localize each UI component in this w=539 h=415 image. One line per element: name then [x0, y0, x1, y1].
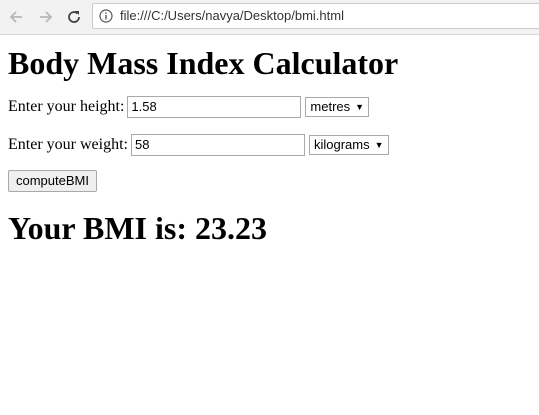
weight-unit-select[interactable]: kilograms ▼	[308, 135, 389, 155]
height-row: Enter your height: 1.58 metres ▼	[8, 96, 533, 118]
reload-icon	[68, 11, 80, 23]
forward-button[interactable]	[34, 5, 58, 29]
compute-bmi-button[interactable]: computeBMI	[8, 170, 97, 192]
bmi-result: Your BMI is: 23.23	[8, 210, 267, 246]
browser-toolbar: file:///C:/Users/navya/Desktop/bmi.html	[0, 0, 539, 35]
weight-row: Enter your weight: 58 kilograms ▼	[8, 134, 533, 156]
weight-label: Enter your weight:	[8, 136, 128, 153]
height-unit-select[interactable]: metres ▼	[305, 97, 370, 117]
page-content: Body Mass Index Calculator Enter your he…	[8, 35, 533, 247]
height-input[interactable]: 1.58	[127, 96, 302, 118]
back-arrow-icon	[9, 11, 22, 23]
dropdown-arrow-icon: ▼	[374, 140, 384, 150]
weight-input[interactable]: 58	[130, 134, 305, 156]
reload-button[interactable]	[62, 5, 86, 29]
back-button[interactable]	[4, 5, 28, 29]
weight-unit-value: kilograms	[313, 137, 370, 152]
url-text: file:///C:/Users/navya/Desktop/bmi.html	[120, 8, 344, 23]
info-icon	[99, 9, 113, 23]
dropdown-arrow-icon: ▼	[355, 102, 365, 112]
address-bar[interactable]: file:///C:/Users/navya/Desktop/bmi.html	[92, 3, 539, 29]
height-unit-value: metres	[310, 99, 351, 114]
compute-row: computeBMI	[8, 170, 533, 192]
forward-arrow-icon	[40, 11, 53, 23]
height-label: Enter your height:	[8, 98, 125, 115]
page-title: Body Mass Index Calculator	[8, 45, 399, 81]
